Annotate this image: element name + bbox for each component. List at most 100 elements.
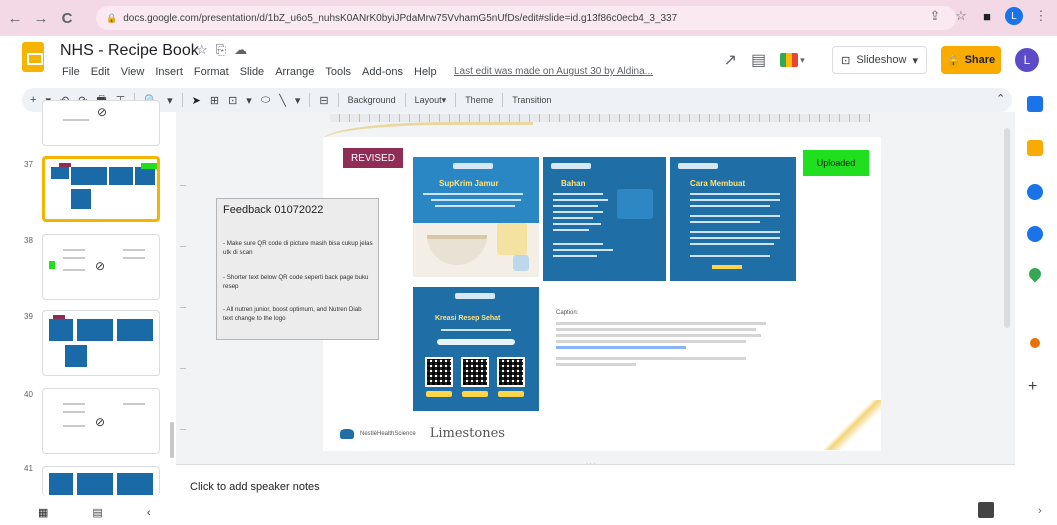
text-box-icon[interactable]: ⊞ [210,94,219,107]
bookmark-star-icon[interactable]: ☆ [953,8,969,24]
panel-text-line [690,255,770,257]
menu-view[interactable]: View [121,66,145,78]
image-icon[interactable]: ⊡ [228,94,237,107]
menu-file[interactable]: File [62,66,80,78]
address-bar[interactable]: 🔒 docs.google.com/presentation/d/1bZ_u6o… [96,6,956,30]
slideshow-button[interactable]: ⊡ Slideshow ▾ [832,46,927,74]
recipe-panel-cara-membuat[interactable]: Cara Membuat [670,157,796,281]
share-label: Share [964,54,996,66]
calendar-icon[interactable] [1027,96,1043,112]
thumb-line [63,249,85,251]
feedback-item: - All nutren junior, boost optimum, and … [223,306,362,322]
notes-resize-handle[interactable]: · · · [586,461,606,467]
line-icon[interactable]: ╲ [279,94,286,107]
share-button[interactable]: 🔒 Share [941,46,1001,74]
share-page-icon[interactable]: ⇪ [927,8,943,24]
panel-logo [453,163,493,169]
caption-text-box[interactable]: Caption: [556,310,776,369]
slide-number: 41 [24,464,33,473]
reload-icon[interactable]: C [56,7,78,29]
menu-slide[interactable]: Slide [240,66,264,78]
collapse-toolbar-icon[interactable]: ⌃ [996,92,1005,105]
add-addon-icon[interactable]: + [1028,378,1037,396]
meet-button[interactable]: ▾ [780,48,818,72]
shape-icon[interactable]: ⬭ [261,94,270,107]
panel-title: Cara Membuat [690,179,746,188]
back-icon[interactable]: ← [4,7,26,29]
thumb-line [63,257,85,259]
panel-text-line [553,249,613,251]
comments-icon[interactable]: ▤ [751,50,766,70]
menu-help[interactable]: Help [414,66,437,78]
comment-add-icon[interactable]: ⊟ [319,94,328,107]
browser-profile-icon[interactable]: L [1005,7,1023,25]
speaker-notes[interactable]: · · · Click to add speaker notes [176,461,1015,525]
avatar[interactable]: L [1015,48,1039,72]
menu-arrange[interactable]: Arrange [275,66,314,78]
maps-icon[interactable] [1026,265,1044,283]
layout-button[interactable]: Layout▾ [415,95,447,106]
extension-icon[interactable]: ■ [979,8,995,24]
slides-logo-icon[interactable] [22,42,44,72]
transition-button[interactable]: Transition [512,95,551,105]
star-icon[interactable]: ☆ [196,42,208,58]
addon-icon[interactable] [1030,338,1040,348]
thumb-line [63,411,85,413]
select-cursor-icon[interactable]: ➤ [192,94,201,107]
recipe-panel-bahan[interactable]: Bahan [543,157,666,281]
background-button[interactable]: Background [348,95,396,105]
tasks-icon[interactable] [1027,184,1043,200]
filmstrip-scrollbar[interactable] [170,422,174,458]
keep-icon[interactable] [1027,140,1043,156]
menu-edit[interactable]: Edit [91,66,110,78]
lock-icon: 🔒 [946,54,961,67]
slide-thumbnail-39[interactable] [42,310,160,376]
browser-menu-icon[interactable]: ⋮ [1033,8,1049,24]
theme-button[interactable]: Theme [465,95,493,105]
forward-icon[interactable]: → [30,7,52,29]
expand-side-panel-icon[interactable]: › [1038,505,1042,517]
recipe-panel-qr[interactable]: Kreasi Resep Sehat [413,287,539,411]
activity-trend-icon[interactable]: ↗ [724,50,737,70]
line-dropdown-icon[interactable]: ▾ [295,94,301,107]
explore-icon[interactable] [978,502,994,518]
slide-thumbnail-41[interactable] [42,466,160,496]
recipe-panel-supkrim[interactable]: SupKrim Jamur [413,157,539,277]
uploaded-label[interactable]: Uploaded [803,150,869,176]
menu-tools[interactable]: Tools [325,66,351,78]
menu-addons[interactable]: Add-ons [362,66,403,78]
revised-label[interactable]: REVISED [343,148,403,168]
canvas-scrollbar[interactable] [1004,128,1010,328]
header-actions: ↗ ▤ ▾ ⊡ Slideshow ▾ 🔒 Share L [724,46,1039,74]
collapse-filmstrip-icon[interactable]: ‹ [147,507,151,519]
speaker-notes-placeholder[interactable]: Click to add speaker notes [190,481,320,493]
menu-format[interactable]: Format [194,66,229,78]
panel-highlight [712,265,742,269]
feedback-title: Feedback 01072022 [223,204,324,216]
new-slide-icon[interactable]: + [30,94,36,106]
slide-thumbnail-40[interactable]: ⊘ [42,388,160,454]
zoom-dropdown-icon[interactable]: ▾ [167,94,173,107]
slideshow-dropdown-icon[interactable]: ▾ [912,54,918,67]
list-view-icon[interactable]: ▤ [92,506,102,519]
feedback-item: - Make sure QR code di picture masih bis… [223,240,373,256]
thumb-revised-tag [53,315,65,319]
image-dropdown-icon[interactable]: ▾ [246,94,252,107]
lock-icon: 🔒 [106,12,118,23]
feedback-note-box[interactable]: Feedback 01072022 - Make sure QR code di… [216,198,379,340]
menu-insert[interactable]: Insert [155,66,183,78]
document-title[interactable]: NHS - Recipe Book [60,42,199,60]
contacts-icon[interactable] [1027,226,1043,242]
url-text: docs.google.com/presentation/d/1bZ_u6o5_… [123,12,678,24]
cloud-status-icon[interactable]: ☁ [234,42,247,58]
thumb-block [65,345,87,367]
grid-view-icon[interactable]: ▦ [38,506,48,519]
panel-text-line [553,199,608,201]
last-edit-link[interactable]: Last edit was made on August 30 by Aldin… [454,66,653,77]
slide-thumbnail-37[interactable] [42,156,160,222]
panel-text-line [435,205,515,207]
slide-thumbnail-38[interactable]: ⊘ [42,234,160,300]
slide-thumbnail-36[interactable]: ⊘ [42,100,160,146]
move-folder-icon[interactable]: ⎘ [216,42,226,58]
app-header: NHS - Recipe Book ☆ ⎘ ☁ File Edit View I… [0,36,1057,88]
